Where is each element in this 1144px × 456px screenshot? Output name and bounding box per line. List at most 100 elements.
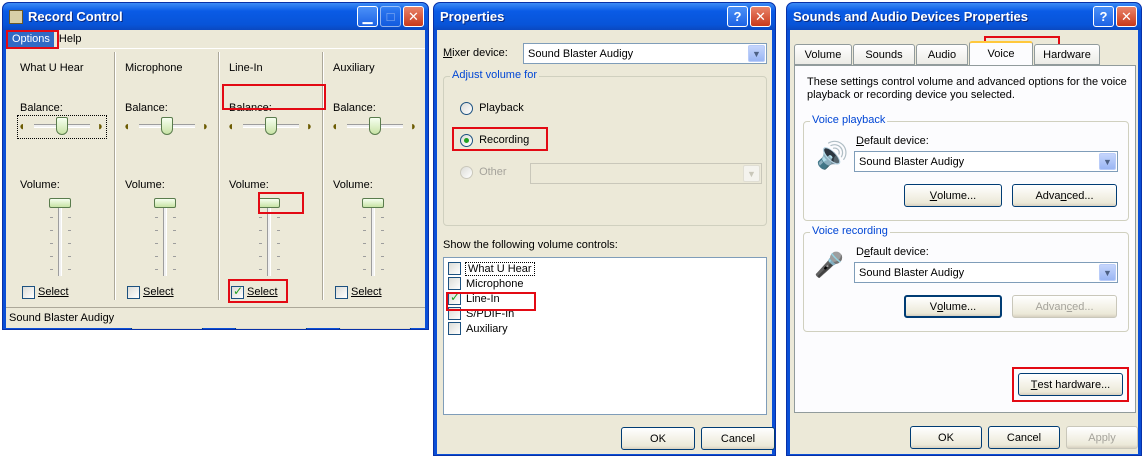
volume-thumb[interactable] [154,198,176,208]
select-checkbox[interactable]: Select [231,284,278,299]
column-title: Microphone [125,62,183,74]
slider-tick [50,230,53,231]
chevron-down-icon: ▼ [748,45,765,62]
list-item[interactable]: Line-In [448,290,762,306]
volume-slider[interactable] [255,194,285,278]
balance-slider[interactable]: ◖ ◗ [17,115,107,139]
cancel-button[interactable]: Cancel [988,426,1060,449]
properties-titlebar[interactable]: Properties ? ✕ [434,3,775,30]
checkbox-box [127,286,140,299]
radio-circle [460,102,473,115]
slider-tick [173,217,176,218]
volume-slider[interactable] [46,194,76,278]
select-checkbox[interactable]: Select [22,286,69,299]
record-control-titlebar[interactable]: Record Control ▁ □ ✕ [3,3,428,30]
recording-advanced-button[interactable]: Advan c ed... [1012,295,1117,318]
balance-slider[interactable]: ◖ ◗ [123,116,211,138]
minimize-button[interactable]: ▁ [357,6,378,27]
slider-tick [363,230,366,231]
tab-volume[interactable]: Volume [794,44,852,65]
list-item[interactable]: S/PDIF-In [448,306,762,321]
cancel-button[interactable]: Cancel [701,427,775,450]
balance-thumb[interactable] [265,117,277,135]
record-control-window: Record Control ▁ □ ✕ Options Help What U… [2,2,429,330]
mixer-device-select[interactable]: Sound Blaster Audigy ▼ [523,43,767,64]
tab-panel: These settings control volume and advanc… [794,65,1136,413]
list-item-label: Auxiliary [466,322,508,335]
speaker-right-icon: ◗ [305,119,313,133]
ok-button[interactable]: OK [910,426,982,449]
volume-slider[interactable] [151,194,181,278]
balance-slider[interactable]: ◖ ◗ [331,116,419,138]
recording-device-value: Sound Blaster Audigy [859,266,965,279]
balance-thumb[interactable] [56,117,68,135]
speaker-right-icon: ◗ [409,119,417,133]
radio-recording[interactable]: Recording [460,134,529,147]
slider-tick [363,256,366,257]
column-title: Auxiliary [333,62,375,74]
select-checkbox[interactable]: Select [127,286,174,299]
select-checkbox[interactable]: Select [335,286,382,299]
close-button[interactable]: ✕ [1116,6,1137,27]
radio-other[interactable]: Other [460,166,507,179]
tab-sounds[interactable]: Sounds [853,44,915,65]
checkbox-box [448,322,461,335]
volume-slider[interactable] [359,194,389,278]
balance-thumb[interactable] [369,117,381,135]
volume-thumb[interactable] [362,198,384,208]
slider-tick [363,217,366,218]
slider-tick [68,217,71,218]
recording-device-select[interactable]: Sound Blaster Audigy ▼ [854,262,1118,283]
adjust-volume-group: Adjust volume for Playback Recording Oth… [443,69,767,226]
close-button[interactable]: ✕ [403,6,424,27]
playback-device-select[interactable]: Sound Blaster Audigy ▼ [854,151,1118,172]
playback-advanced-button[interactable]: Adva n ced... [1012,184,1117,207]
balance-label: Balance: [333,102,376,114]
ok-button[interactable]: OK [621,427,695,450]
help-button[interactable]: ? [727,6,748,27]
other-device-select[interactable]: ▼ [530,163,762,184]
slider-tick [363,269,366,270]
mixer-column: What U Hear Balance: ◖ ◗ Volume: Select [10,52,114,300]
volume-controls-list[interactable]: What U HearMicrophone Line-In S/PDIF-In Aux… [443,257,767,415]
radio-playback[interactable]: Playback [460,102,524,115]
playback-volume-button[interactable]: Volume... [904,184,1002,207]
slider-tick [277,243,280,244]
mixer-column: Line-InBalance:◖◗Volume:SelectAdvanced [218,52,322,329]
volume-thumb[interactable] [49,198,71,208]
sounds-client: Volume Sounds Audio Voice Hardware These set… [790,30,1138,454]
apply-button[interactable]: Apply [1066,426,1138,449]
menu-options[interactable]: Options [8,31,54,47]
maximize-button[interactable]: □ [380,6,401,27]
test-hardware-button[interactable]: Test hardware... [1018,373,1123,396]
list-item[interactable]: Microphone [448,276,762,291]
recording-volume-button[interactable]: Vo lume... [904,295,1002,318]
speaker-left-icon: ◖ [123,119,131,133]
tab-strip: Volume Sounds Audio Voice Hardware [794,41,1101,66]
volume-thumb[interactable] [258,198,280,208]
tab-hardware[interactable]: Hardware [1034,44,1100,65]
volume-label: Volume: [20,179,60,191]
balance-thumb[interactable] [161,117,173,135]
list-item[interactable]: What U Hear [448,261,762,276]
slider-tick [155,243,158,244]
record-control-client: Options Help What U Hear Balance: ◖ ◗ Volume… [6,30,425,329]
tab-audio[interactable]: Audio [916,44,968,65]
speaker-left-icon: ◖ [227,119,235,133]
microphone-icon: 🎤 [814,252,844,279]
tab-voice[interactable]: Voice [969,41,1033,65]
list-item[interactable]: Auxiliary [448,321,762,336]
show-controls-label: Show the following volume controls: [443,239,618,251]
help-button[interactable]: ? [1093,6,1114,27]
window-title: Record Control [28,9,123,24]
sounds-titlebar[interactable]: Sounds and Audio Devices Properties ? ✕ [787,3,1141,30]
slider-tick [50,256,53,257]
slider-tick [381,243,384,244]
slider-tick [363,243,366,244]
properties-title: Properties [440,9,505,24]
volume-track [58,198,62,276]
menu-help[interactable]: Help [54,31,87,47]
list-item-label: What U Hear [465,261,535,276]
close-button[interactable]: ✕ [750,6,771,27]
balance-slider[interactable]: ◖ ◗ [227,116,315,138]
